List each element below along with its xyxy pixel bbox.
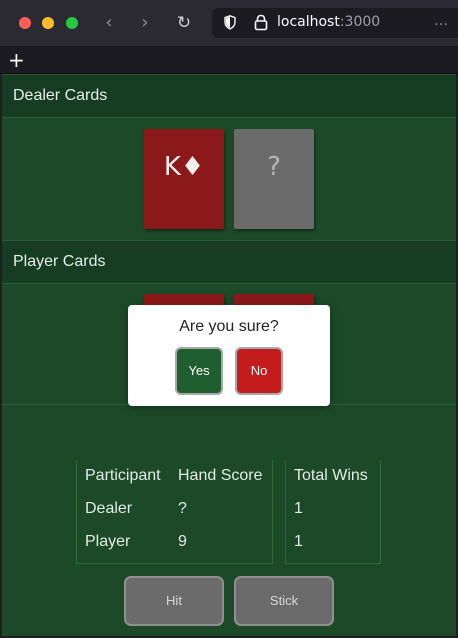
dealer-card-1: K♦	[144, 129, 224, 229]
dealer-name-cell: Dealer	[85, 500, 133, 517]
url-text: localhost:3000	[277, 14, 380, 30]
wins-table-header: Total Wins	[286, 460, 382, 493]
header-participant: Participant	[85, 467, 161, 484]
close-window-button[interactable]	[19, 17, 31, 29]
confirm-dialog: Are you sure? Yes No	[128, 305, 330, 406]
table-row: 1	[286, 493, 382, 526]
shield-icon[interactable]	[224, 15, 236, 30]
table-row: Dealer ?	[77, 493, 274, 526]
more-icon[interactable]: …	[434, 13, 448, 29]
score-table-header: Participant Hand Score	[77, 460, 274, 493]
player-score-cell: 9	[178, 533, 187, 550]
dealer-score-cell: ?	[178, 500, 187, 517]
dealer-heading: Dealer Cards	[13, 87, 108, 104]
minimize-window-button[interactable]	[42, 17, 54, 29]
hit-button[interactable]: Hit	[124, 576, 224, 626]
new-tab-button[interactable]: +	[8, 48, 25, 72]
table-row: 1	[286, 526, 382, 559]
no-button[interactable]: No	[235, 347, 283, 395]
lock-icon[interactable]	[254, 14, 268, 31]
yes-button[interactable]: Yes	[175, 347, 223, 395]
chevron-right-icon[interactable]: ›	[134, 12, 156, 34]
header-hand-score: Hand Score	[178, 467, 263, 484]
chevron-left-icon[interactable]: ‹	[98, 12, 120, 34]
table-row: Player 9	[77, 526, 274, 559]
player-heading: Player Cards	[13, 253, 106, 270]
player-section-header: Player Cards	[2, 240, 456, 284]
stick-button[interactable]: Stick	[234, 576, 334, 626]
browser-window: ‹ › ↻ localhost:3000 … + Dealer Cards K♦…	[0, 0, 458, 638]
maximize-window-button[interactable]	[66, 17, 78, 29]
url-host: localhost	[277, 14, 340, 30]
player-name-cell: Player	[85, 533, 131, 550]
header-total-wins: Total Wins	[294, 467, 368, 484]
dealer-section-header: Dealer Cards	[2, 74, 456, 118]
score-table: Participant Hand Score Dealer ? Player 9	[76, 460, 273, 564]
player-wins-cell: 1	[294, 533, 303, 550]
browser-toolbar: ‹ › ↻ localhost:3000 …	[0, 0, 458, 46]
dealer-card-hidden: ?	[234, 129, 314, 229]
tab-strip: +	[0, 46, 458, 74]
url-port: :3000	[339, 14, 381, 30]
wins-table: Total Wins 1 1	[285, 460, 381, 564]
dealer-wins-cell: 1	[294, 500, 303, 517]
reload-icon[interactable]: ↻	[173, 12, 195, 34]
confirm-dialog-title: Are you sure?	[179, 318, 279, 335]
address-bar[interactable]: localhost:3000 …	[212, 8, 458, 38]
